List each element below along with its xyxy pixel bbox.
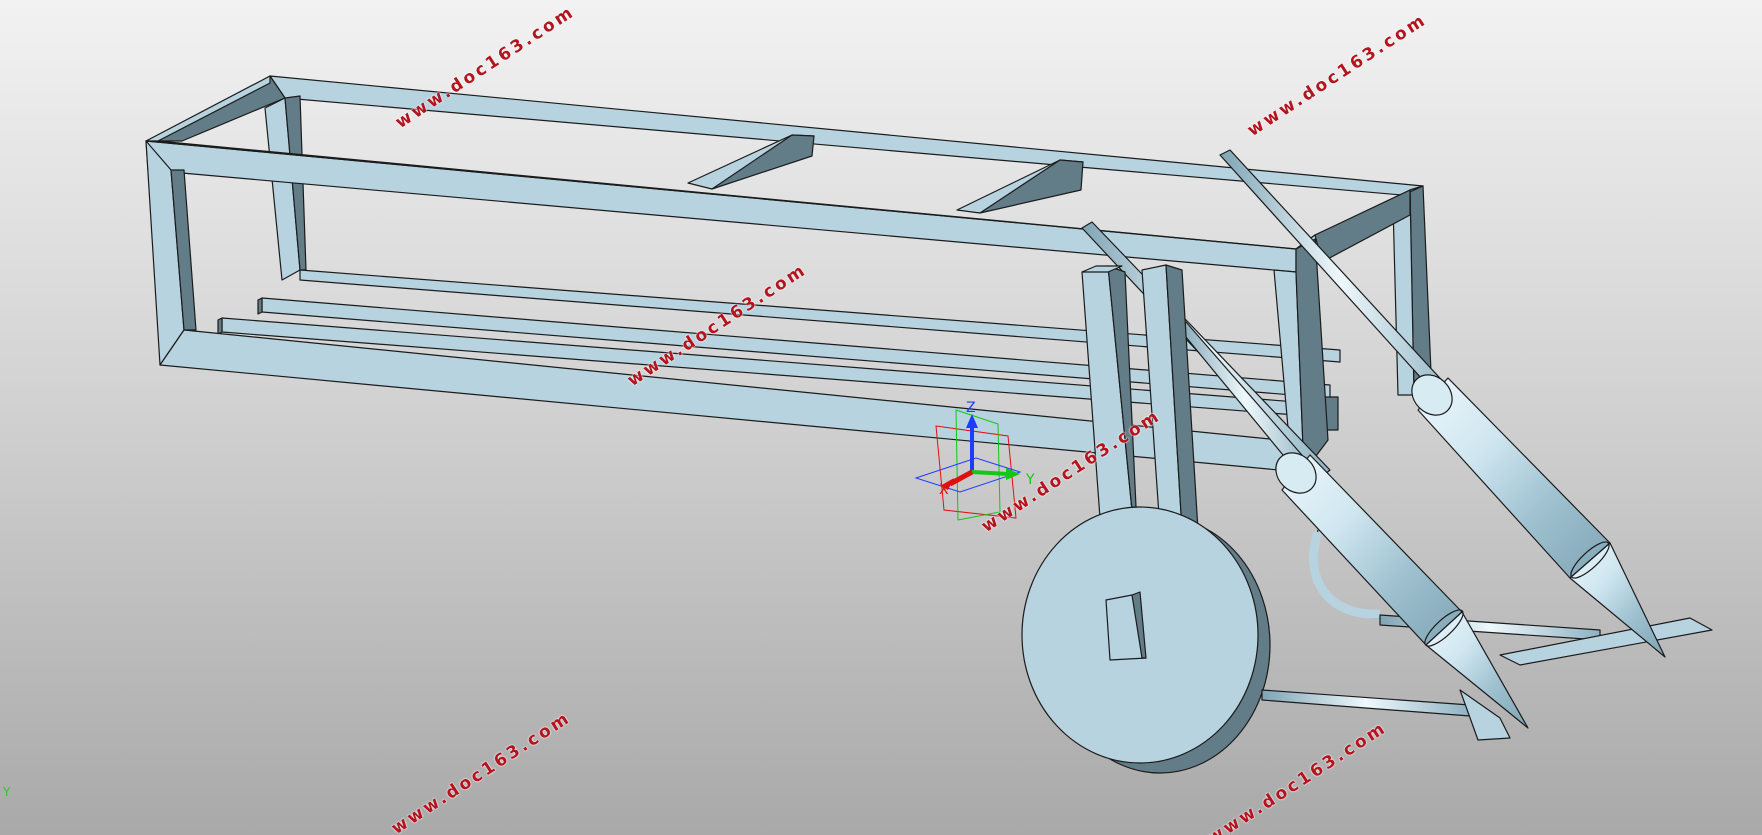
triad-y-label: Y — [1025, 472, 1035, 488]
planter-model[interactable]: Z X Y — [0, 0, 1762, 835]
triad-z-label: Z — [966, 400, 976, 416]
view-axis-icon: Y — [3, 785, 11, 799]
3d-viewport[interactable]: Z X Y www.doc163.com www.doc163.com www.… — [0, 0, 1762, 835]
link-bar-lower — [1261, 689, 1471, 717]
frame-cross-member-2-dark — [979, 159, 1084, 214]
triad-x-label: X — [939, 482, 949, 498]
frame-bottom-slat-1-dark — [257, 297, 263, 315]
frame-cross-member-1-dark — [711, 134, 815, 190]
frame-bottom-slat-2-dark — [217, 317, 223, 335]
